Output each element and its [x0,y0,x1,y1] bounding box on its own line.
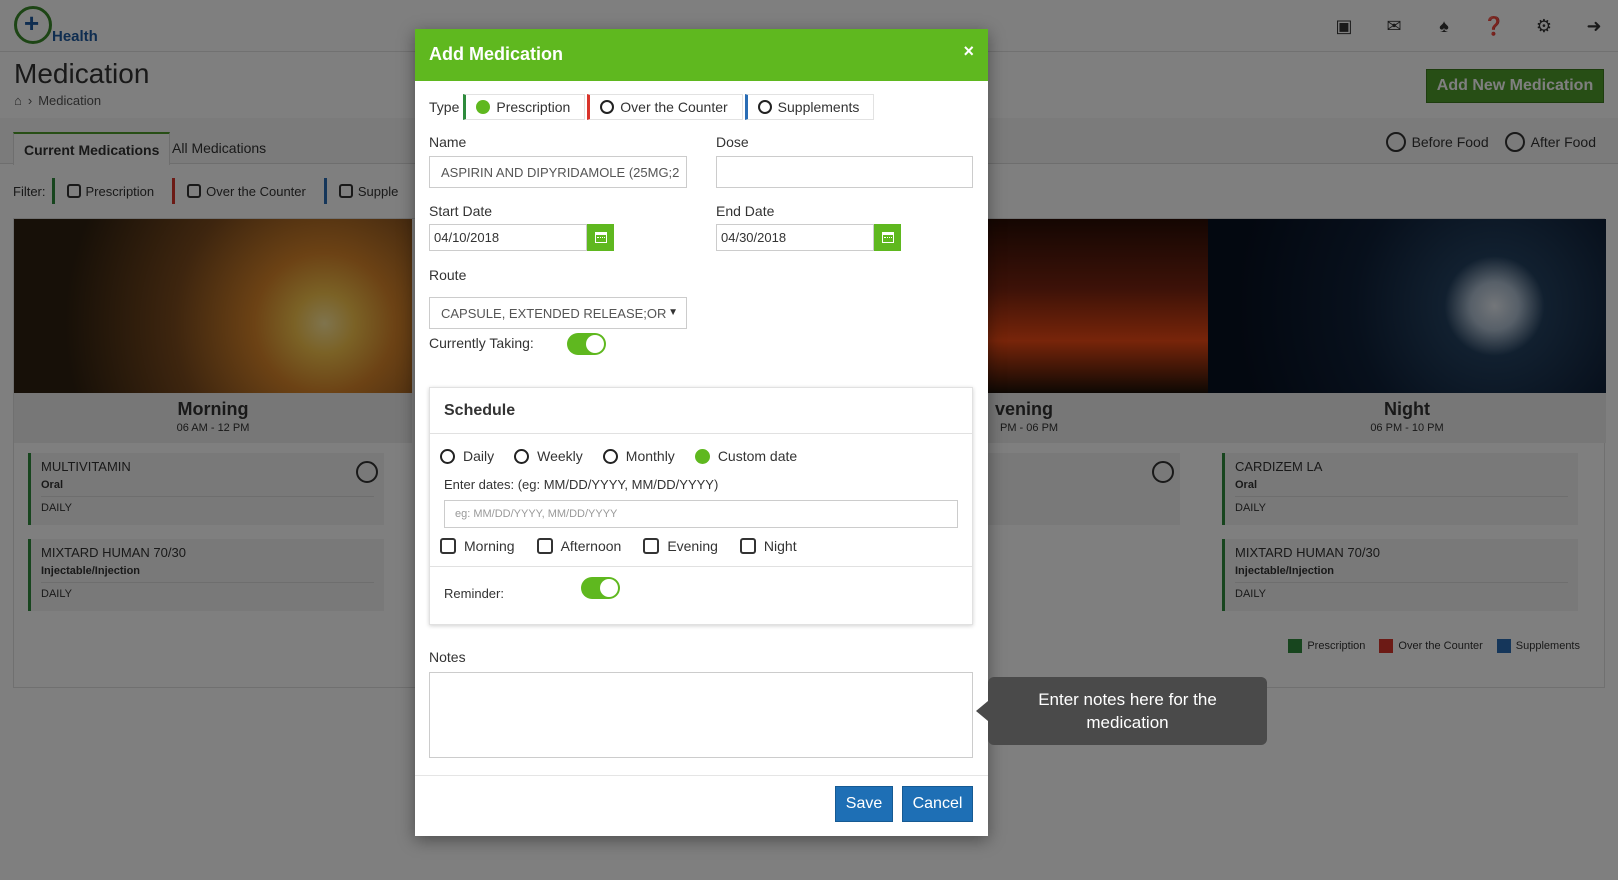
tod-label: Evening [667,538,718,554]
type-selector: Type Prescription Over the Counter Suppl… [429,94,875,120]
type-option-label: Supplements [777,99,860,115]
reminder-label: Reminder: [444,586,504,601]
freq-label: Custom date [717,448,798,464]
radio[interactable] [757,100,772,114]
radio[interactable] [602,448,618,464]
start-date-input[interactable]: 04/10/2018 [429,224,587,251]
route-label: Route [429,267,467,283]
tod-morning[interactable]: Morning [440,538,515,554]
time-of-day-options: Morning Afternoon Evening Night [440,538,797,554]
reminder-toggle[interactable] [581,577,620,599]
radio[interactable] [600,100,615,114]
freq-daily[interactable]: Daily [440,448,494,464]
checkbox[interactable] [440,538,456,554]
divider [415,775,988,776]
checkbox[interactable] [739,538,756,554]
radio-selected[interactable] [476,100,491,114]
end-calendar-button[interactable] [874,224,901,251]
calendar-icon [881,232,894,243]
freq-label: Daily [463,448,495,464]
freq-monthly[interactable]: Monthly [602,448,675,464]
frequency-options: Daily Weekly Monthly Custom date [440,448,797,464]
end-date-input[interactable]: 04/30/2018 [716,224,874,251]
type-label: Type [429,99,460,115]
divider [430,566,972,567]
type-option-label: Prescription [496,99,571,115]
start-date-label: Start Date [429,203,493,219]
freq-label: Monthly [625,448,675,464]
route-value: CAPSULE, EXTENDED RELEASE;OR [441,305,667,321]
cancel-button[interactable]: Cancel [902,786,973,822]
calendar-icon [594,232,607,243]
type-option-label: Over the Counter [620,99,728,115]
schedule-header: Schedule [430,388,972,434]
tod-label: Morning [464,538,515,554]
save-button[interactable]: Save [835,786,893,822]
tod-label: Night [763,538,797,554]
tod-night[interactable]: Night [739,538,797,554]
radio[interactable] [440,448,455,464]
radio-selected[interactable] [694,448,710,464]
type-prescription[interactable]: Prescription [463,94,586,120]
type-over-the-counter[interactable]: Over the Counter [587,94,743,120]
freq-weekly[interactable]: Weekly [514,448,583,464]
close-icon[interactable]: × [963,41,974,62]
currently-taking-toggle[interactable] [567,333,606,355]
modal-title: Add Medication [429,44,563,64]
custom-dates-input[interactable]: eg: MM/DD/YYYY, MM/DD/YYYY [444,500,958,528]
schedule-title: Schedule [444,402,516,419]
notes-tooltip: Enter notes here for the medication [976,677,1267,745]
tod-label: Afternoon [560,538,622,554]
currently-taking-label: Currently Taking: [429,335,534,351]
checkbox[interactable] [536,538,553,554]
freq-label: Weekly [537,448,583,464]
name-label: Name [429,134,467,150]
add-medication-modal: Add Medication × Type Prescription Over … [415,29,988,836]
start-calendar-button[interactable] [587,224,614,251]
toggle-knob [586,335,604,353]
dose-label: Dose [716,134,749,150]
checkbox[interactable] [643,538,660,554]
caret-down-icon: ▼ [668,307,678,318]
custom-dates-label: Enter dates: (eg: MM/DD/YYYY, MM/DD/YYYY… [444,477,719,492]
tod-evening[interactable]: Evening [643,538,718,554]
name-input[interactable]: ASPIRIN AND DIPYRIDAMOLE (25MG;2 [429,156,687,188]
route-select[interactable]: CAPSULE, EXTENDED RELEASE;OR ▼ [429,297,687,329]
schedule-section: Schedule Daily Weekly Monthly Custom dat… [429,387,973,625]
modal-header: Add Medication × [415,29,988,81]
notes-textarea[interactable] [429,672,973,758]
toggle-knob [600,579,618,597]
freq-custom-date[interactable]: Custom date [694,448,798,464]
end-date-label: End Date [716,203,775,219]
radio[interactable] [514,448,530,464]
notes-label: Notes [429,649,466,665]
tod-afternoon[interactable]: Afternoon [536,538,622,554]
dose-input[interactable] [716,156,973,188]
type-supplements[interactable]: Supplements [744,94,875,120]
